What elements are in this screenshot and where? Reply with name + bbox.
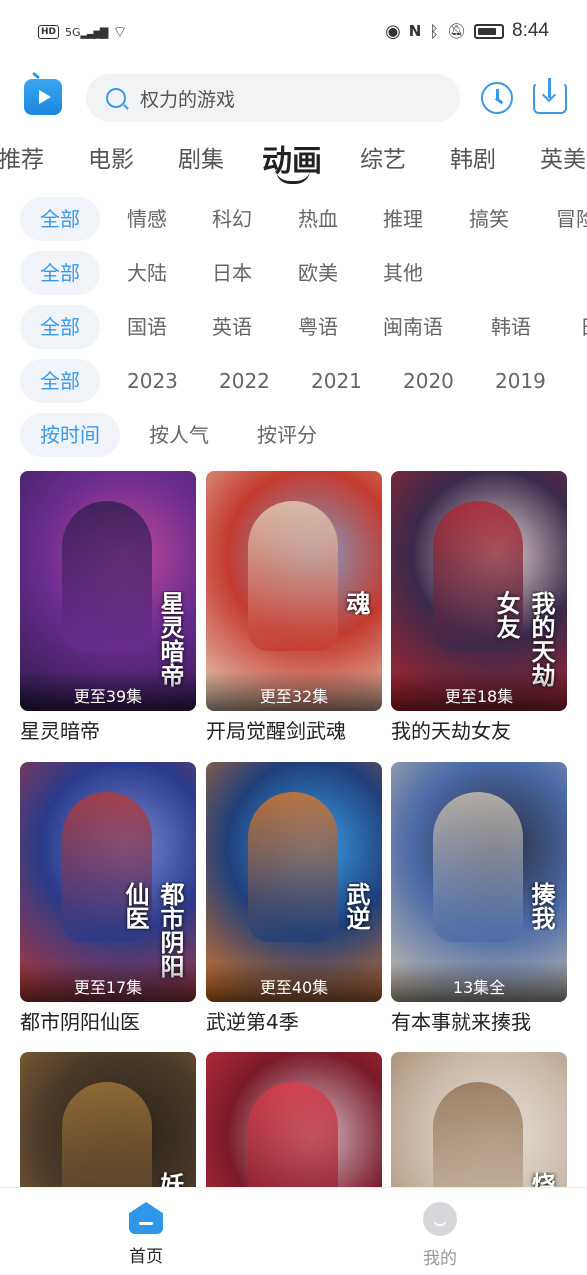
filter-row-0: 全部 情感 科幻 热血 推理 搞笑 冒险 <box>0 197 587 243</box>
home-icon <box>129 1202 163 1234</box>
poster-figure <box>62 501 152 651</box>
video-title[interactable]: 都市阴阳仙医 <box>20 1006 196 1035</box>
nav-me[interactable]: 我的 <box>400 1202 480 1269</box>
cover-title: 揍我 <box>527 882 555 930</box>
filter-row-2: 全部国语 英语 粤语 闽南语 韩语 日 <box>0 305 587 351</box>
search-query: 权力的游戏 <box>140 88 236 111</box>
filter-chip[interactable]: 2021 <box>311 359 362 403</box>
filter-chip[interactable]: 2022 <box>219 359 270 403</box>
filter-chip[interactable]: 粤语 <box>298 305 338 349</box>
filter-chip[interactable]: 全部 <box>20 197 100 241</box>
filter-chip[interactable]: 其他 <box>383 251 423 295</box>
status-right: ◉ N ᛒ 🔕︎ 8:44 <box>385 20 549 42</box>
video-card[interactable]: 都市阴阳仙医 更至17集都市阴阳仙医 <box>20 762 196 1035</box>
filter-chip[interactable]: 2023 <box>127 359 178 403</box>
bottom-nav: 首页 我的 <box>0 1187 587 1275</box>
filter-chip[interactable]: 大陆 <box>127 251 167 295</box>
nav-home[interactable]: 首页 <box>106 1202 186 1267</box>
video-card[interactable]: 魂更至32集开局觉醒剑武魂 <box>206 471 382 744</box>
tab-0[interactable]: 推荐 <box>0 140 44 174</box>
filter-chip[interactable]: 冒险 <box>556 197 587 241</box>
mute-icon: 🔕︎ <box>446 22 467 40</box>
poster-figure <box>248 501 338 651</box>
download-icon[interactable] <box>533 78 567 114</box>
filter-chip[interactable]: 闽南语 <box>383 305 443 349</box>
filter-chip[interactable]: 热血 <box>298 197 338 241</box>
tab-4[interactable]: 综艺 <box>360 140 406 174</box>
eye-icon: ◉ <box>385 20 401 42</box>
filter-chip[interactable]: 搞笑 <box>469 197 509 241</box>
poster-image[interactable]: 魂更至32集 <box>206 471 382 711</box>
poster-image[interactable]: 武逆更至40集 <box>206 762 382 1002</box>
filter-chip[interactable]: 情感 <box>127 197 167 241</box>
filter-chip[interactable]: 2019 <box>495 359 546 403</box>
filter-row-3: 全部 2023 2022 2021 2020 2019 <box>0 359 587 405</box>
video-title[interactable]: 有本事就来揍我 <box>391 1006 567 1035</box>
filter-chip[interactable]: 科幻 <box>212 197 252 241</box>
video-title[interactable]: 星灵暗帝 <box>20 715 196 744</box>
profile-icon <box>423 1202 457 1236</box>
filter-chip[interactable]: 2020 <box>403 359 454 403</box>
poster-figure <box>433 792 523 942</box>
filter-chip[interactable]: 推理 <box>383 197 423 241</box>
status-bar: HD 5G▂▃▅▇ ⌔ ◉ N ᛒ 🔕︎ 8:44 <box>0 0 587 68</box>
video-title[interactable]: 武逆第4季 <box>206 1006 382 1035</box>
battery-icon <box>474 23 505 39</box>
filter-chip[interactable]: 全部 <box>20 305 100 349</box>
poster-image[interactable]: 星灵暗帝 更至39集 <box>20 471 196 711</box>
episode-badge: 更至18集 <box>444 687 514 706</box>
cover-title: 武逆 <box>342 882 370 930</box>
episode-badge: 更至32集 <box>259 687 329 706</box>
filter-chip[interactable]: 英语 <box>212 305 252 349</box>
tab-5[interactable]: 韩剧 <box>450 140 496 174</box>
status-left: HD 5G▂▃▅▇ ⌔ <box>38 22 127 42</box>
filter-chip[interactable]: 按人气 <box>149 413 209 457</box>
video-title[interactable]: 开局觉醒剑武魂 <box>206 715 382 744</box>
filter-chip[interactable]: 按评分 <box>257 413 317 457</box>
tab-1[interactable]: 电影 <box>88 140 134 174</box>
search-icon <box>106 88 126 108</box>
poster-figure <box>248 792 338 942</box>
wifi-icon: ⌔ <box>112 22 128 41</box>
filter-chip[interactable]: 日 <box>580 305 587 349</box>
video-card[interactable]: 武逆更至40集武逆第4季 <box>206 762 382 1035</box>
signal-icon: 5G▂▃▅▇ <box>65 25 108 39</box>
filter-chip[interactable]: 国语 <box>127 305 167 349</box>
tab-3[interactable]: 动画 <box>262 136 322 180</box>
video-card[interactable]: 星灵暗帝 更至39集星灵暗帝 <box>20 471 196 744</box>
filter-chip[interactable]: 全部 <box>20 359 100 403</box>
video-card[interactable]: 我的天劫女友 更至18集我的天劫女友 <box>391 471 567 744</box>
tab-6[interactable]: 英美 <box>540 140 586 174</box>
hd-indicator: HD <box>38 25 60 39</box>
episode-badge: 更至17集 <box>73 978 143 997</box>
signal-label: 5G <box>65 25 81 39</box>
episode-badge: 13集全 <box>452 978 506 997</box>
tab-2[interactable]: 剧集 <box>178 140 224 174</box>
filter-chip[interactable]: 按时间 <box>20 413 120 457</box>
filter-row-4: 按时间 按人气 按评分 <box>0 413 587 459</box>
category-tabs: 推荐 电影 剧集 动画 综艺 韩剧 英美 <box>0 132 587 188</box>
cover-title: 魂 <box>342 591 370 615</box>
video-card[interactable]: 揍我 13集全有本事就来揍我 <box>391 762 567 1035</box>
bluetooth-icon: ᛒ <box>429 21 439 41</box>
nfc-icon: N <box>408 22 422 40</box>
filter-chip[interactable]: 欧美 <box>298 251 338 295</box>
filter-chip[interactable]: 日本 <box>212 251 252 295</box>
history-icon[interactable] <box>481 82 513 114</box>
poster-image[interactable]: 我的天劫女友 更至18集 <box>391 471 567 711</box>
nav-home-label: 首页 <box>129 1247 163 1267</box>
filter-chip[interactable]: 韩语 <box>491 305 531 349</box>
nav-me-label: 我的 <box>423 1249 457 1269</box>
filter-chip[interactable]: 全部 <box>20 251 100 295</box>
top-bar: 权力的游戏 <box>0 70 587 126</box>
video-title[interactable]: 我的天劫女友 <box>391 715 567 744</box>
poster-image[interactable]: 揍我 13集全 <box>391 762 567 1002</box>
search-input[interactable]: 权力的游戏 <box>86 74 460 122</box>
tv-logo-icon[interactable] <box>24 79 62 115</box>
episode-badge: 更至40集 <box>259 978 329 997</box>
clock: 8:44 <box>512 20 549 41</box>
episode-badge: 更至39集 <box>73 687 143 706</box>
poster-image[interactable]: 都市阴阳仙医 更至17集 <box>20 762 196 1002</box>
filter-row-1: 全部 大陆 日本 欧美 其他 <box>0 251 587 297</box>
